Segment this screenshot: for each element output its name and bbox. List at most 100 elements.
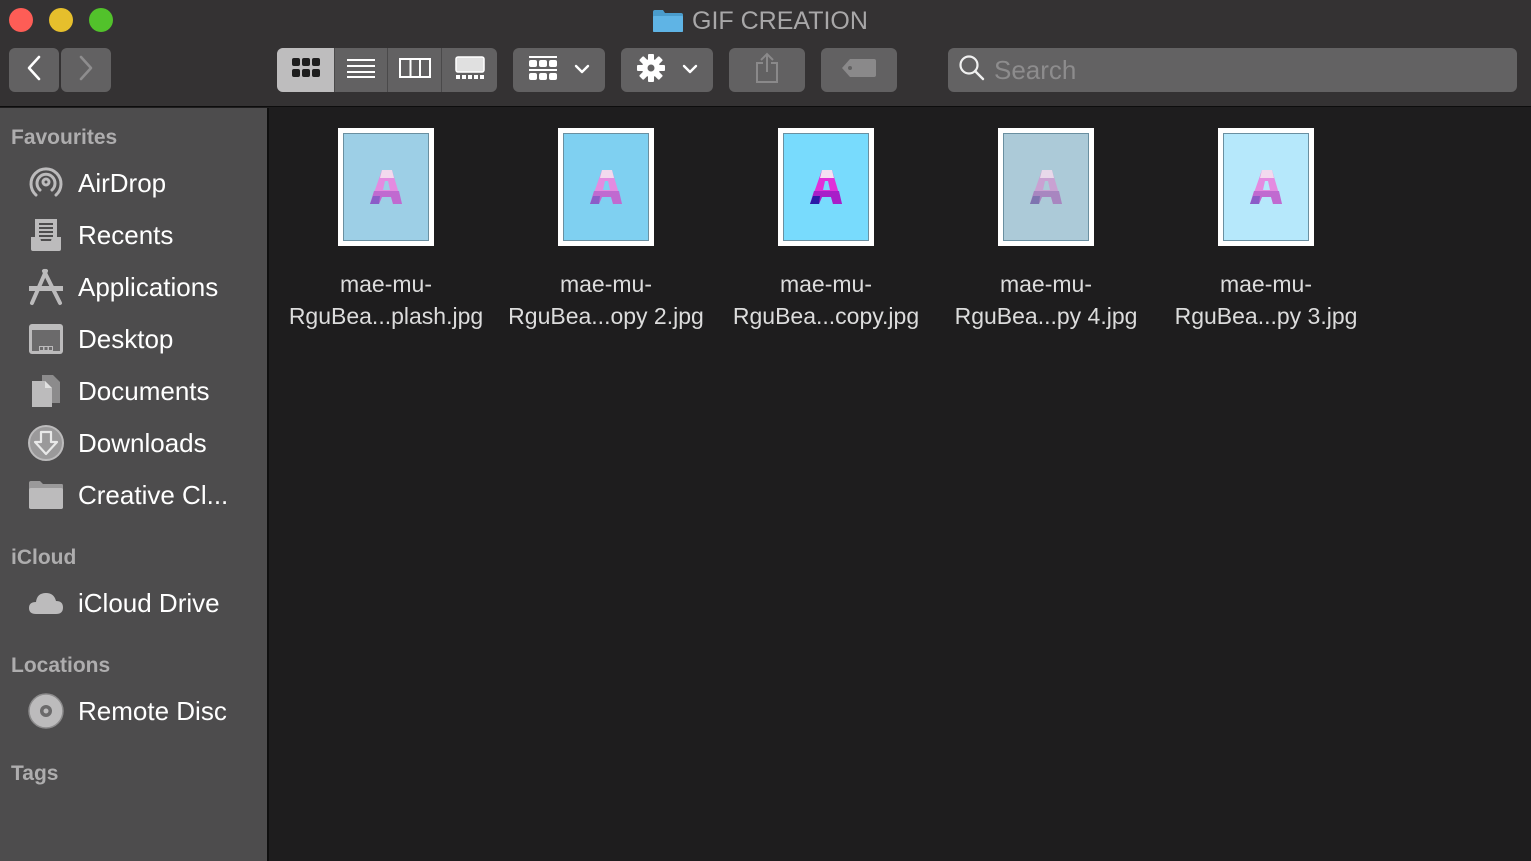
search-icon: [958, 54, 986, 87]
window-title: GIF CREATION: [652, 6, 868, 36]
thumbnail-image: [1223, 133, 1309, 241]
column-view-button[interactable]: [388, 48, 442, 92]
sidebar-section-icloud: iCloud: [11, 546, 77, 569]
file-name-line2: RguBea...py 3.jpg: [1174, 303, 1358, 329]
thumbnail-image: [1003, 133, 1089, 241]
finder-window: GIF CREATION Search Favourites AirDrop R…: [0, 0, 1531, 861]
file-name: mae-mu- RguBea...py 3.jpg: [1175, 268, 1358, 332]
sidebar-section-tags: Tags: [11, 762, 59, 785]
group-icon: [528, 55, 558, 86]
file-name-line1: mae-mu-: [1219, 271, 1312, 297]
letter-a-image: [590, 170, 622, 204]
file-name-line2: RguBea...copy.jpg: [732, 303, 920, 329]
sidebar-item-label: Remote Disc: [78, 695, 227, 726]
cloud-icon: [26, 583, 66, 623]
documents-icon: [26, 371, 66, 411]
thumbnail-image: [343, 133, 429, 241]
group-by-button[interactable]: [513, 48, 605, 92]
letter-a-image: [1250, 170, 1282, 204]
airdrop-icon: [26, 163, 66, 203]
close-window-button[interactable]: [9, 8, 33, 32]
chevron-right-icon: [76, 54, 96, 87]
share-icon: [754, 52, 780, 89]
gallery-icon: [454, 55, 485, 85]
zoom-window-button[interactable]: [89, 8, 113, 32]
sidebar-item-icloud-drive[interactable]: iCloud Drive: [26, 583, 220, 623]
sidebar-item-applications[interactable]: Applications: [26, 267, 218, 307]
sidebar-item-downloads[interactable]: Downloads: [26, 423, 207, 463]
sidebar-item-creative-cloud[interactable]: Creative Cl...: [26, 475, 228, 515]
sidebar-item-label: Desktop: [78, 323, 174, 354]
sidebar-section-favourites: Favourites: [11, 126, 118, 149]
action-menu-button[interactable]: [621, 48, 713, 92]
search-field[interactable]: [948, 48, 1517, 92]
sidebar-item-label: Creative Cl...: [78, 479, 229, 510]
sidebar-item-airdrop[interactable]: AirDrop: [26, 163, 166, 203]
file-name: mae-mu- RguBea...plash.jpg: [289, 268, 483, 332]
letter-a-image: [370, 170, 402, 204]
sidebar-item-recents[interactable]: Recents: [26, 215, 173, 255]
file-item[interactable]: mae-mu- RguBea...py 4.jpg: [936, 128, 1156, 332]
chevron-down-icon: [574, 61, 590, 79]
back-button[interactable]: [9, 48, 59, 92]
file-thumbnail: [998, 128, 1094, 246]
file-item[interactable]: mae-mu- RguBea...plash.jpg: [276, 128, 496, 332]
recents-icon: [26, 215, 66, 255]
sidebar-item-desktop[interactable]: Desktop: [26, 319, 173, 359]
sidebar-item-label: Documents: [78, 375, 210, 406]
file-browser: mae-mu- RguBea...plash.jpg mae-mu- RguBe…: [269, 108, 1531, 861]
file-name: mae-mu- RguBea...opy 2.jpg: [508, 268, 704, 332]
folder-icon: [652, 9, 684, 33]
sidebar: Favourites AirDrop Recents Applications …: [0, 108, 267, 861]
icon-view-button[interactable]: [277, 48, 335, 92]
chevron-down-icon: [682, 61, 698, 79]
list-view-button[interactable]: [335, 48, 388, 92]
share-button[interactable]: [729, 48, 805, 92]
letter-a-image: [810, 170, 842, 204]
list-icon: [346, 57, 376, 84]
file-thumbnail: [778, 128, 874, 246]
tag-icon: [841, 57, 877, 84]
gear-icon: [636, 53, 666, 88]
file-name-line1: mae-mu-: [999, 271, 1092, 297]
file-name-line2: RguBea...opy 2.jpg: [508, 303, 704, 329]
file-thumbnail: [338, 128, 434, 246]
file-thumbnail: [558, 128, 654, 246]
disc-icon: [26, 691, 66, 731]
applications-icon: [26, 267, 66, 307]
minimize-window-button[interactable]: [49, 8, 73, 32]
sidebar-item-remote-disc[interactable]: Remote Disc: [26, 691, 227, 731]
forward-button[interactable]: [61, 48, 111, 92]
letter-a-image: [1030, 170, 1062, 204]
file-name: mae-mu- RguBea...py 4.jpg: [955, 268, 1138, 332]
window-title-text: GIF CREATION: [692, 6, 868, 35]
sidebar-item-label: Applications: [78, 271, 219, 302]
file-name: mae-mu- RguBea...copy.jpg: [733, 268, 919, 332]
toolbar: GIF CREATION: [0, 0, 1531, 107]
downloads-icon: [26, 423, 66, 463]
sidebar-item-documents[interactable]: Documents: [26, 371, 210, 411]
columns-icon: [398, 57, 431, 84]
sidebar-section-locations: Locations: [11, 654, 111, 677]
sidebar-item-label: iCloud Drive: [78, 587, 220, 618]
file-thumbnail: [1218, 128, 1314, 246]
folder-icon: [26, 475, 66, 515]
file-name-line1: mae-mu-: [779, 271, 872, 297]
view-mode-control: [277, 48, 497, 92]
chevron-left-icon: [24, 54, 44, 87]
grid-icon: [291, 57, 321, 84]
file-name-line2: RguBea...plash.jpg: [288, 303, 484, 329]
sidebar-item-label: Downloads: [78, 427, 207, 458]
search-input[interactable]: [994, 54, 1494, 86]
file-item[interactable]: mae-mu- RguBea...opy 2.jpg: [496, 128, 716, 332]
thumbnail-image: [783, 133, 869, 241]
desktop-icon: [26, 319, 66, 359]
sidebar-item-label: AirDrop: [78, 167, 167, 198]
sidebar-item-label: Recents: [78, 219, 174, 250]
gallery-view-button[interactable]: [442, 48, 497, 92]
file-item[interactable]: mae-mu- RguBea...copy.jpg: [716, 128, 936, 332]
file-name-line2: RguBea...py 4.jpg: [954, 303, 1138, 329]
thumbnail-image: [563, 133, 649, 241]
file-item[interactable]: mae-mu- RguBea...py 3.jpg: [1156, 128, 1376, 332]
tag-button[interactable]: [821, 48, 897, 92]
